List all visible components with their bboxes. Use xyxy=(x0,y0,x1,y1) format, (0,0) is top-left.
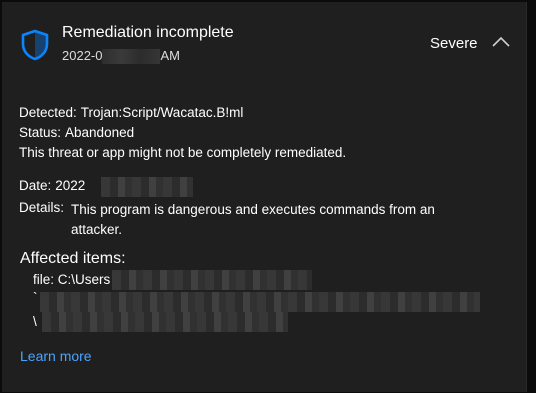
date-label: Date: xyxy=(19,178,52,193)
detected-row: Detected: Trojan:Script/Wacatac.B!ml xyxy=(19,105,243,120)
redacted-region xyxy=(42,312,288,332)
affected-file-line: file: C:\Users xyxy=(33,272,111,287)
details-row: Details: This program is dangerous and e… xyxy=(19,200,479,237)
affected-line-3: \ xyxy=(33,314,37,329)
affected-items-title: Affected items: xyxy=(20,250,126,267)
detected-value: Trojan:Script/Wacatac.B!ml xyxy=(80,105,244,120)
threat-title: Remediation incomplete xyxy=(62,24,234,41)
details-value: This program is dangerous and executes c… xyxy=(71,202,435,237)
status-row: Status: Abandoned xyxy=(19,125,134,140)
remediation-note: This threat or app might not be complete… xyxy=(19,145,347,160)
threat-header[interactable]: Remediation incomplete 2022-0 AM Severe xyxy=(2,2,526,78)
date-value: 2022 xyxy=(55,178,86,193)
redacted-region xyxy=(102,49,161,65)
shield-icon xyxy=(21,29,49,61)
date-row: Date: 2022 xyxy=(19,178,85,193)
redacted-region xyxy=(112,270,312,290)
affected-line-2: ` xyxy=(33,290,38,305)
timestamp-suffix: AM xyxy=(160,48,180,63)
chevron-up-icon[interactable] xyxy=(492,35,510,49)
redacted-region xyxy=(40,292,480,312)
status-label: Status: xyxy=(19,125,62,140)
detected-label: Detected: xyxy=(19,105,77,120)
timestamp-prefix: 2022-0 xyxy=(62,48,103,63)
severity-label: Severe xyxy=(430,35,478,52)
status-value: Abandoned xyxy=(65,125,135,140)
threat-details-panel: Remediation incomplete 2022-0 AM Severe D… xyxy=(2,2,527,392)
learn-more-link[interactable]: Learn more xyxy=(20,348,92,364)
details-label: Details: xyxy=(19,200,65,215)
redacted-region xyxy=(101,177,193,197)
threat-timestamp: 2022-0 AM xyxy=(62,48,180,65)
